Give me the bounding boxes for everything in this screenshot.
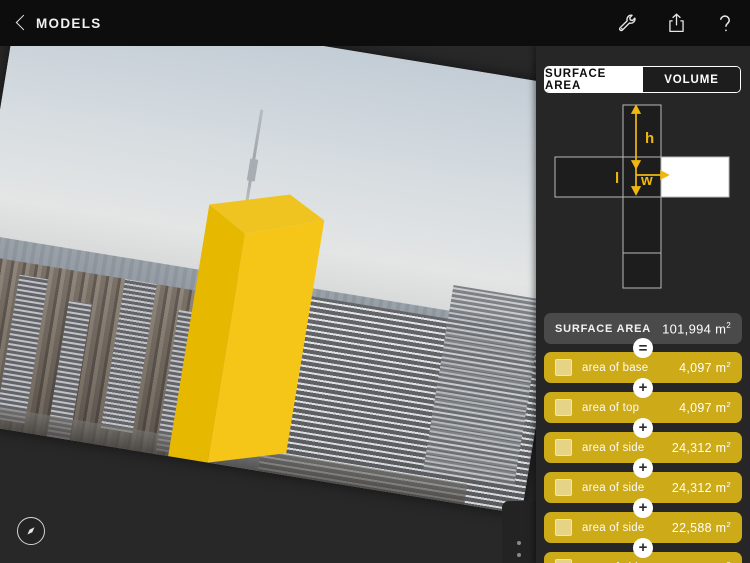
term-unit-exponent: 2 [726, 399, 731, 409]
term-value: 22,588 m2 [672, 520, 731, 535]
term-value-number: 24,312 m [671, 481, 727, 496]
term-value-number: 4,097 m [679, 401, 727, 416]
term-value: 24,312 m2 [672, 440, 731, 455]
net-label-h: h [645, 130, 654, 147]
face-color-swatch [555, 359, 572, 376]
photo-frame [0, 46, 536, 515]
share-upload-icon[interactable] [663, 9, 689, 37]
total-unit-exponent: 2 [726, 320, 731, 330]
tab-volume[interactable]: VOLUME [642, 67, 740, 92]
term-label: area of side [582, 441, 645, 454]
term-unit-exponent: 2 [726, 359, 731, 369]
wrench-icon[interactable] [614, 9, 640, 37]
equals-operator-badge: = [633, 338, 653, 358]
table-row[interactable]: + area of side 22,588 m2 [544, 537, 742, 563]
term-value: 4,097 m2 [679, 400, 731, 415]
term-label: area of side [582, 481, 645, 494]
app-root: MODELS SURFACE AREA VOLUME h l w SURFACE… [0, 0, 750, 563]
panel-drag-handle[interactable] [502, 501, 536, 563]
measurement-panel: SURFACE AREA VOLUME h l w SURFACE AREA 1… [536, 46, 750, 563]
total-value: 101,994 m2 [662, 321, 731, 336]
term-label: area of side [582, 521, 645, 534]
plus-operator-badge: + [633, 497, 653, 518]
net-label-w: w [640, 172, 653, 189]
compass-needle-icon [27, 527, 35, 535]
face-color-swatch [555, 479, 572, 496]
net-label-l: l [615, 170, 619, 187]
tab-surface-area[interactable]: SURFACE AREA [545, 67, 642, 92]
surface-area-terms-list: area of base 4,097 m2 + area of top 4,09… [544, 352, 742, 563]
plus-operator-badge: + [633, 377, 653, 398]
face-color-swatch [555, 519, 572, 536]
city-photo [0, 46, 536, 515]
term-unit-exponent: 2 [726, 479, 731, 489]
term-value-number: 4,097 m [679, 361, 727, 376]
antenna-spire [243, 109, 264, 212]
box-net-diagram: h l w [554, 104, 730, 289]
face-color-swatch [555, 439, 572, 456]
drag-dot-1 [517, 541, 521, 545]
top-bar: MODELS [0, 0, 750, 46]
term-value-number: 22,588 m [671, 521, 727, 536]
face-color-swatch [555, 399, 572, 416]
term-value: 4,097 m2 [679, 360, 731, 375]
back-to-models-button[interactable]: MODELS [16, 10, 102, 36]
question-mark-icon[interactable] [712, 9, 738, 37]
total-value-number: 101,994 m [662, 321, 727, 337]
plus-operator-badge: + [633, 457, 653, 478]
plus-operator-badge: + [633, 417, 653, 438]
term-unit-exponent: 2 [726, 439, 731, 449]
term-label: area of base [582, 361, 649, 374]
chevron-left-icon [16, 14, 27, 32]
top-bar-actions [614, 8, 738, 38]
plus-operator-badge: + [633, 537, 653, 558]
compass-icon[interactable] [17, 517, 45, 545]
measure-mode-tabs: SURFACE AREA VOLUME [544, 66, 741, 93]
face-color-swatch [555, 559, 572, 563]
drag-dot-2 [517, 553, 521, 557]
back-button-label: MODELS [36, 15, 102, 31]
model-canvas[interactable] [0, 46, 536, 563]
term-value-number: 24,312 m [671, 441, 727, 456]
term-label: area of top [582, 401, 640, 414]
term-value: 24,312 m2 [672, 480, 731, 495]
term-unit-exponent: 2 [726, 519, 731, 529]
total-label: SURFACE AREA [555, 322, 651, 335]
